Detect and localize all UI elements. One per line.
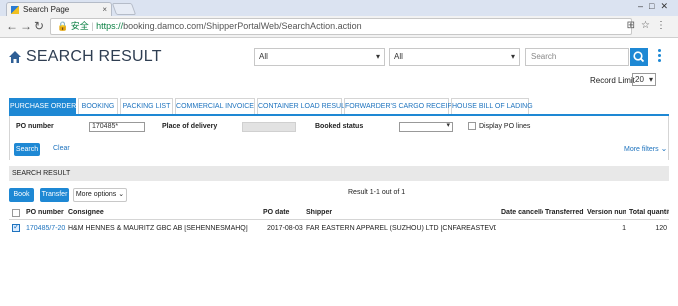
filter-select-1[interactable]: All ▾ <box>254 48 385 66</box>
chevron-down-icon: ⌄ <box>118 191 125 198</box>
chevron-down-icon: ⌄ <box>660 144 668 153</box>
page-favicon-icon <box>11 6 19 14</box>
chevron-down-icon: ▾ <box>510 52 515 61</box>
lock-icon: 🔒 <box>57 21 69 31</box>
column-header-transferred[interactable]: Transferred F <box>545 209 584 216</box>
display-po-lines-label: Display PO lines <box>479 123 531 130</box>
filter-select-2-value: All <box>394 52 403 61</box>
search-submit-button[interactable]: Search <box>14 143 40 156</box>
column-header-version-number[interactable]: Version number <box>587 209 626 216</box>
po-number-label: PO number <box>16 123 54 130</box>
more-options-label: More options <box>75 191 117 198</box>
browser-toolbar: ← → ↻ 🔒 安全 | https://booking.damco.com/S… <box>0 16 678 38</box>
url-protocol: https:// <box>96 21 124 31</box>
browser-tab[interactable]: Search Page × <box>6 2 112 16</box>
display-po-lines-checkbox[interactable] <box>468 122 476 130</box>
select-all-checkbox[interactable] <box>12 209 20 217</box>
window-controls[interactable]: –□✕ <box>638 1 674 12</box>
record-limit-label: Record Limit <box>590 76 635 85</box>
row-po-number-link[interactable]: 170485/7-201 <box>26 225 66 232</box>
search-input[interactable]: Search <box>525 48 629 66</box>
tab-booking[interactable]: BOOKING <box>78 98 118 114</box>
browser-menu-icons[interactable]: ⊞☆⋮ <box>627 20 672 31</box>
row-consignee: H&M HENNES & MAURITZ GBC AB [SEHENNESMAH… <box>68 225 248 232</box>
search-result-section-title: SEARCH RESULT <box>9 166 669 181</box>
tab-packing-list[interactable]: PACKING LIST <box>120 98 173 114</box>
tab-house-bill-of-lading[interactable]: HOUSE BILL OF LADING <box>451 98 533 114</box>
table-header-divider <box>9 219 669 220</box>
reload-icon[interactable]: ↻ <box>34 19 44 33</box>
tab-container-load-result[interactable]: CONTAINER LOAD RESULT <box>257 98 349 114</box>
tab-purchase-order[interactable]: PURCHASE ORDER <box>9 98 76 114</box>
record-limit-value: 20 <box>635 75 644 84</box>
more-menu-icon[interactable] <box>658 49 662 64</box>
search-button[interactable] <box>630 48 648 66</box>
row-total-quantity: 120 <box>655 225 667 232</box>
more-filters-link[interactable]: More filters ⌄ <box>624 144 667 153</box>
more-filters-label: More filters <box>624 146 659 153</box>
column-header-consignee[interactable]: Consignee <box>68 209 258 216</box>
booked-status-label: Booked status <box>315 123 364 130</box>
clear-link[interactable]: Clear <box>53 145 70 152</box>
place-of-delivery-input[interactable] <box>242 122 296 132</box>
row-po-date: 2017-08-03 <box>267 225 303 232</box>
row-checkbox[interactable] <box>12 222 20 232</box>
column-header-date-cancelled[interactable]: Date cancelled <box>501 209 543 216</box>
filter-select-1-value: All <box>259 52 268 61</box>
po-number-input[interactable]: 170485* <box>89 122 145 132</box>
address-bar[interactable]: 🔒 安全 | https://booking.damco.com/Shipper… <box>50 18 632 35</box>
column-header-total-quantity[interactable]: Total quantity <box>629 209 669 216</box>
chevron-down-icon: ▾ <box>446 122 450 129</box>
forward-icon[interactable]: → <box>20 19 32 33</box>
chevron-down-icon: ▾ <box>648 75 653 84</box>
home-icon[interactable] <box>9 51 21 63</box>
secure-label: 安全 <box>70 21 89 31</box>
row-shipper: FAR EASTERN APPAREL (SUZHOU) LTD [CNFARE… <box>306 225 496 232</box>
place-of-delivery-label: Place of delivery <box>162 123 218 130</box>
tab-commercial-invoice[interactable]: COMMERCIAL INVOICE <box>175 98 255 114</box>
column-header-po-number[interactable]: PO number <box>26 209 64 216</box>
close-tab-icon[interactable]: × <box>102 3 107 16</box>
filter-panel: PO number 170485* Place of delivery Book… <box>9 116 669 160</box>
filter-select-2[interactable]: All ▾ <box>389 48 520 66</box>
page-header: SEARCH RESULT All ▾ All ▾ Search <box>0 39 678 79</box>
more-options-button[interactable]: More options ⌄ <box>73 188 127 202</box>
chevron-down-icon: ▾ <box>375 52 380 61</box>
column-header-po-date[interactable]: PO date <box>263 209 303 216</box>
row-version: 1 <box>622 225 626 232</box>
search-icon <box>633 51 645 63</box>
page-title: SEARCH RESULT <box>26 48 162 65</box>
browser-tab-title: Search Page <box>23 5 70 14</box>
result-count: Result 1-1 out of 1 <box>348 189 406 196</box>
column-header-shipper[interactable]: Shipper <box>306 209 496 216</box>
booked-status-select[interactable]: ▾ <box>399 122 453 132</box>
url-text: booking.damco.com/ShipperPortalWeb/Searc… <box>123 21 362 31</box>
record-limit-select[interactable]: 20 ▾ <box>632 73 656 86</box>
new-tab-button[interactable] <box>111 3 137 15</box>
transfer-button[interactable]: Transfer <box>40 188 69 202</box>
tab-forwarders-cargo-receipt[interactable]: FORWARDER'S CARGO RECEIPT <box>344 98 456 114</box>
browser-tab-bar: Search Page × –□✕ <box>0 0 678 16</box>
book-button[interactable]: Book <box>9 188 34 202</box>
back-icon[interactable]: ← <box>6 19 18 33</box>
